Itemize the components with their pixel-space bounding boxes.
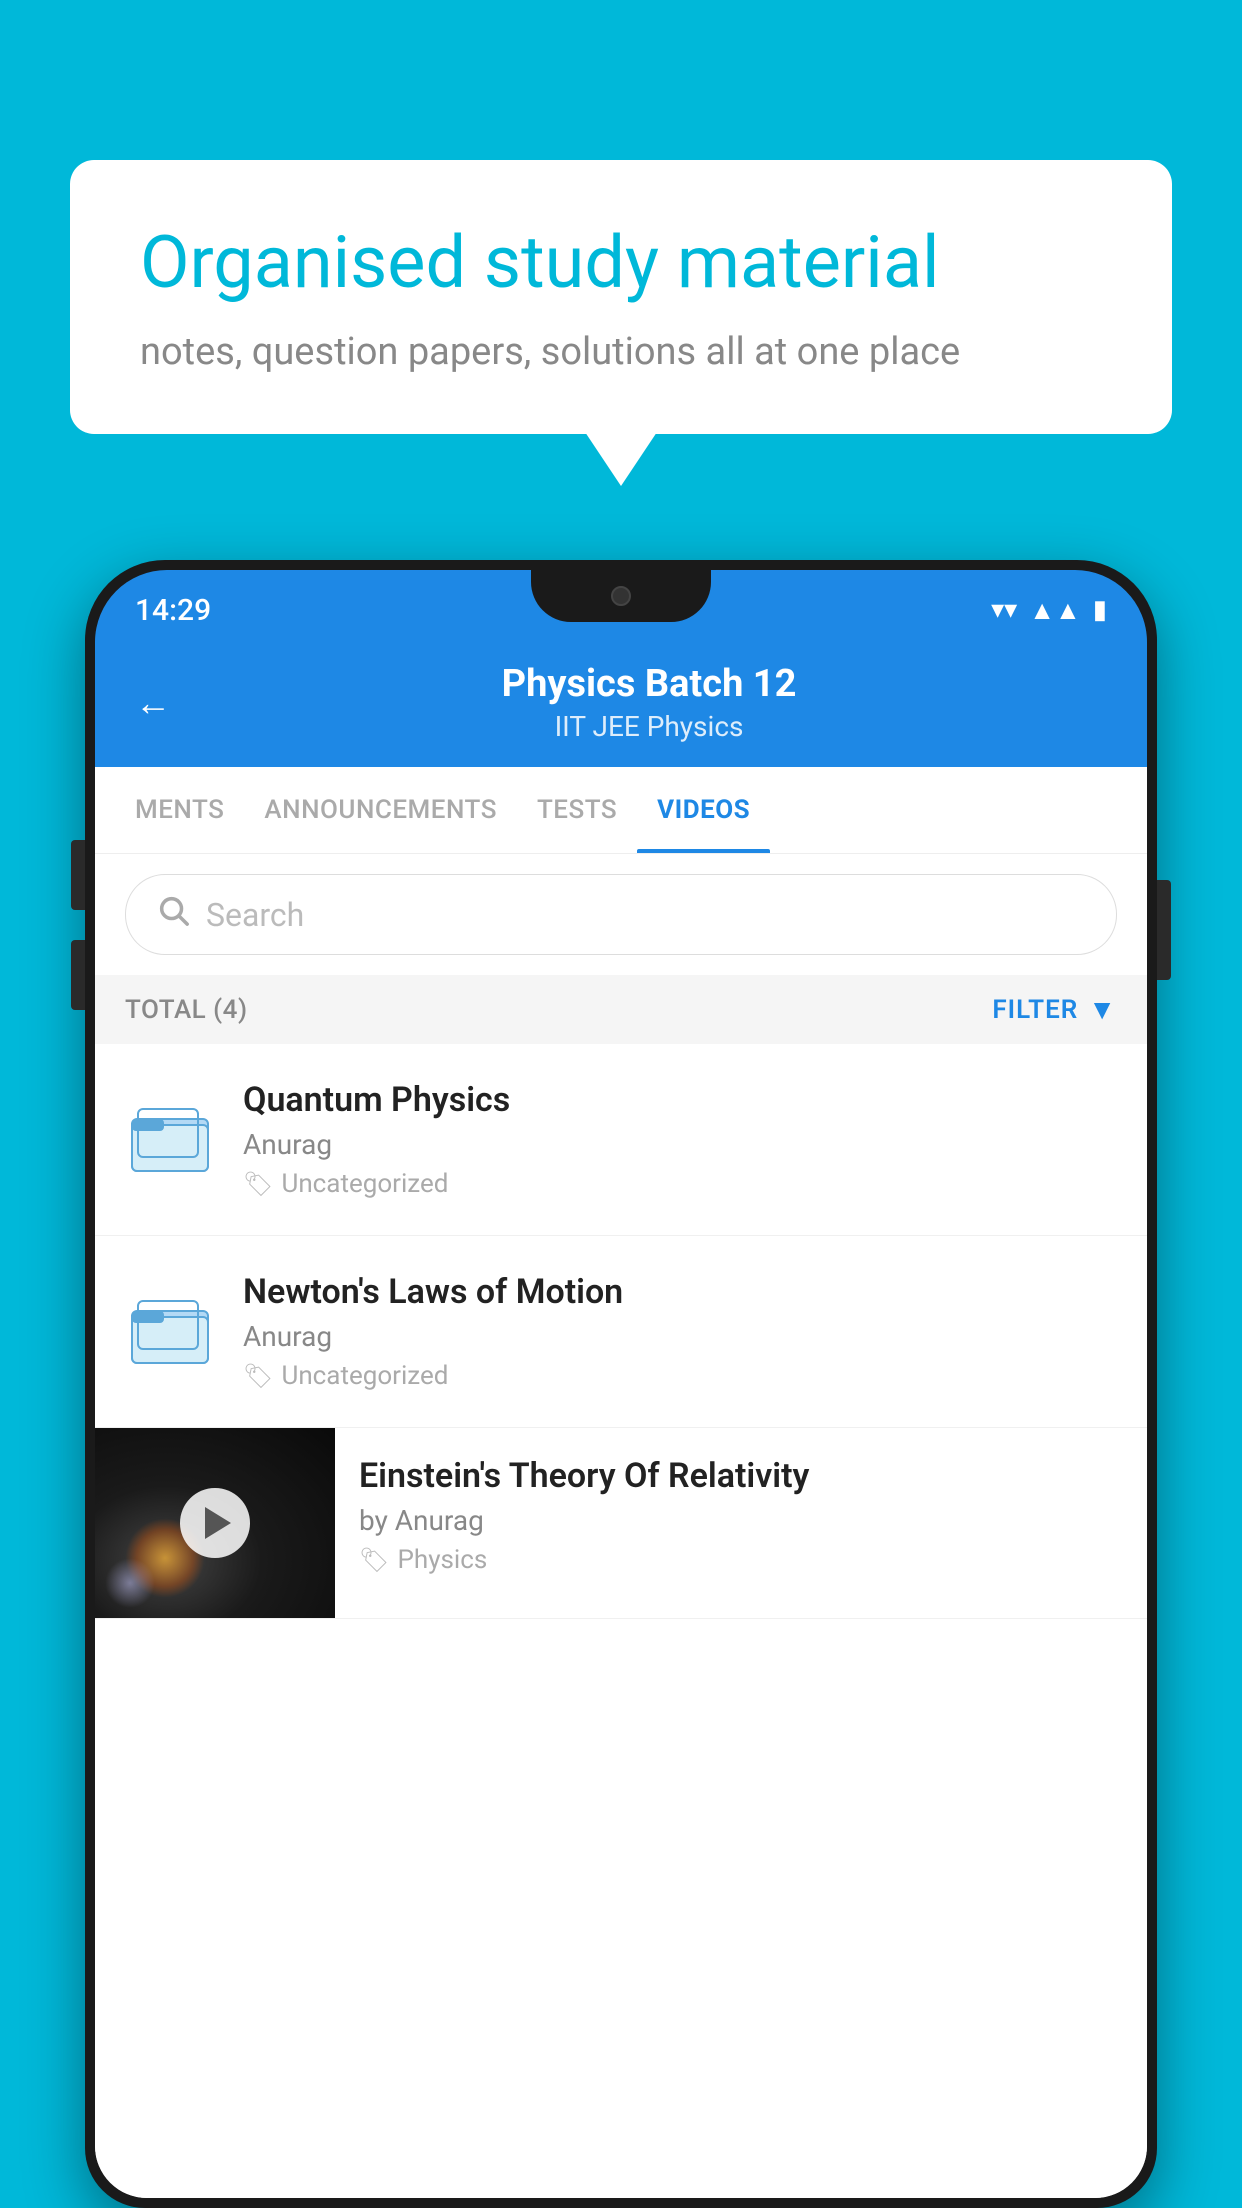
filter-button[interactable]: FILTER ▼	[992, 993, 1117, 1026]
video-thumbnail	[95, 1428, 335, 1618]
phone-screen: 14:29 ▾▾ ▲▲ ▮ ← Physics Batch 12 IIT JEE…	[95, 570, 1147, 2198]
front-camera	[611, 586, 631, 606]
search-bar: Search	[95, 854, 1147, 975]
video-tag: 🏷 Uncategorized	[243, 1361, 1117, 1391]
tab-tests[interactable]: TESTS	[517, 767, 637, 853]
header-center: Physics Batch 12 IIT JEE Physics	[191, 662, 1107, 743]
video-title: Einstein's Theory Of Relativity	[359, 1456, 1123, 1496]
volume-down-button	[71, 940, 85, 1010]
speech-bubble-section: Organised study material notes, question…	[70, 160, 1172, 434]
search-icon	[156, 893, 190, 936]
tag-icon: 🏷	[359, 1546, 389, 1574]
header-subtitle: IIT JEE Physics	[191, 710, 1107, 743]
search-input-wrap[interactable]: Search	[125, 874, 1117, 955]
tab-ments[interactable]: MENTS	[115, 767, 244, 853]
video-info: Newton's Laws of Motion Anurag 🏷 Uncateg…	[243, 1272, 1117, 1391]
volume-up-button	[71, 840, 85, 910]
video-list: Quantum Physics Anurag 🏷 Uncategorized	[95, 1044, 1147, 2198]
status-time: 14:29	[135, 593, 211, 628]
screen-content: ← Physics Batch 12 IIT JEE Physics MENTS…	[95, 642, 1147, 2198]
filter-bar: TOTAL (4) FILTER ▼	[95, 975, 1147, 1044]
video-info: Einstein's Theory Of Relativity by Anura…	[335, 1428, 1147, 1603]
video-tag: 🏷 Physics	[359, 1545, 1123, 1575]
folder-icon	[125, 1095, 215, 1185]
wifi-icon: ▾▾	[991, 595, 1017, 625]
video-info: Quantum Physics Anurag 🏷 Uncategorized	[243, 1080, 1117, 1199]
phone-notch	[531, 570, 711, 622]
signal-icon: ▲▲	[1029, 595, 1080, 626]
thumb-glow2	[105, 1558, 155, 1608]
battery-icon: ▮	[1093, 595, 1107, 625]
bubble-title: Organised study material	[140, 220, 1102, 306]
list-item[interactable]: Einstein's Theory Of Relativity by Anura…	[95, 1428, 1147, 1619]
video-author: Anurag	[243, 1320, 1117, 1353]
total-count: TOTAL (4)	[125, 995, 248, 1025]
tag-icon: 🏷	[243, 1362, 273, 1390]
list-item[interactable]: Quantum Physics Anurag 🏷 Uncategorized	[95, 1044, 1147, 1236]
bubble-subtitle: notes, question papers, solutions all at…	[140, 330, 1102, 374]
search-input[interactable]: Search	[206, 896, 304, 934]
tab-announcements[interactable]: ANNOUNCEMENTS	[244, 767, 517, 853]
back-button[interactable]: ←	[135, 682, 171, 724]
play-icon	[205, 1507, 231, 1539]
tab-videos[interactable]: VIDEOS	[637, 767, 770, 853]
header-title: Physics Batch 12	[191, 662, 1107, 706]
tab-bar: MENTS ANNOUNCEMENTS TESTS VIDEOS	[95, 767, 1147, 854]
power-button	[1157, 880, 1171, 980]
video-author: by Anurag	[359, 1504, 1123, 1537]
list-item[interactable]: Newton's Laws of Motion Anurag 🏷 Uncateg…	[95, 1236, 1147, 1428]
status-icons: ▾▾ ▲▲ ▮	[991, 595, 1107, 626]
phone-frame: 14:29 ▾▾ ▲▲ ▮ ← Physics Batch 12 IIT JEE…	[85, 560, 1157, 2208]
video-title: Newton's Laws of Motion	[243, 1272, 1117, 1312]
filter-icon: ▼	[1088, 993, 1117, 1026]
speech-bubble: Organised study material notes, question…	[70, 160, 1172, 434]
app-header: ← Physics Batch 12 IIT JEE Physics	[95, 642, 1147, 767]
play-button[interactable]	[180, 1488, 250, 1558]
video-tag: 🏷 Uncategorized	[243, 1169, 1117, 1199]
video-author: Anurag	[243, 1128, 1117, 1161]
tag-icon: 🏷	[243, 1170, 273, 1198]
video-title: Quantum Physics	[243, 1080, 1117, 1120]
folder-icon	[125, 1287, 215, 1377]
